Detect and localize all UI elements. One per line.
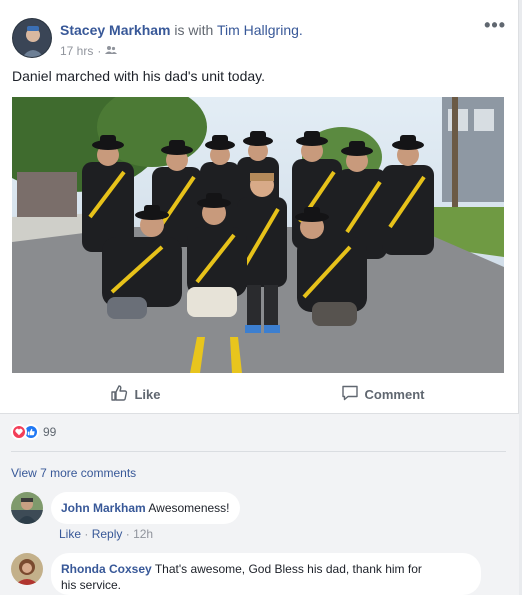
comment-time[interactable]: 12h	[133, 527, 153, 541]
reaction-count: 99	[43, 425, 57, 439]
comment-meta: Like · Reply · 12h	[59, 527, 154, 541]
tagged-name[interactable]: Tim Hallgring.	[217, 22, 303, 38]
view-more-comments-link[interactable]: View 7 more comments	[11, 466, 136, 480]
comment-like-link[interactable]: Like	[59, 527, 81, 541]
comment-bubble: John Markham Awesomeness!	[51, 492, 240, 524]
friends-icon[interactable]	[105, 44, 118, 58]
comment-icon	[341, 384, 359, 405]
comment-text-continued: his service.	[61, 578, 122, 592]
thumbs-up-icon	[110, 384, 128, 405]
commenter-avatar[interactable]	[11, 492, 43, 524]
comment-reply-link[interactable]: Reply	[92, 527, 123, 541]
heart-icon	[11, 424, 27, 440]
comment-item: Rhonda Coxsey That's awesome, God Bless …	[11, 553, 511, 595]
reactions-summary[interactable]: 99	[11, 424, 56, 440]
post-author-line: Stacey Markham is with Tim Hallgring.	[60, 22, 303, 38]
post-card: Stacey Markham is with Tim Hallgring. 17…	[0, 0, 519, 595]
author-name[interactable]: Stacey Markham	[60, 22, 171, 38]
post-text: Daniel marched with his dad's unit today…	[12, 68, 265, 84]
comment-text: That's awesome, God Bless his dad, thank…	[154, 562, 422, 576]
reactions-divider	[11, 451, 506, 452]
post-photo[interactable]	[12, 97, 504, 373]
post-time[interactable]: 17 hrs	[60, 44, 93, 58]
like-button[interactable]: Like	[12, 376, 259, 412]
comment-author[interactable]: John Markham	[61, 501, 146, 515]
comment-bubble: Rhonda Coxsey That's awesome, God Bless …	[51, 553, 481, 595]
commenter-avatar[interactable]	[11, 553, 43, 585]
post-header: Stacey Markham is with Tim Hallgring. 17…	[12, 12, 506, 62]
with-text: is with	[174, 22, 214, 38]
comment-author[interactable]: Rhonda Coxsey	[61, 562, 152, 576]
post-meta: 17 hrs ·	[60, 44, 118, 58]
like-label: Like	[134, 386, 161, 402]
comment-text: Awesomeness!	[148, 501, 230, 515]
comment-item: John Markham Awesomeness! Like · Reply ·…	[11, 492, 511, 542]
comment-button[interactable]: Comment	[259, 376, 506, 412]
comment-label: Comment	[364, 386, 425, 402]
author-avatar[interactable]	[12, 18, 52, 58]
post-actions: Like Comment	[12, 376, 506, 412]
more-options-icon[interactable]: •••	[484, 16, 506, 34]
